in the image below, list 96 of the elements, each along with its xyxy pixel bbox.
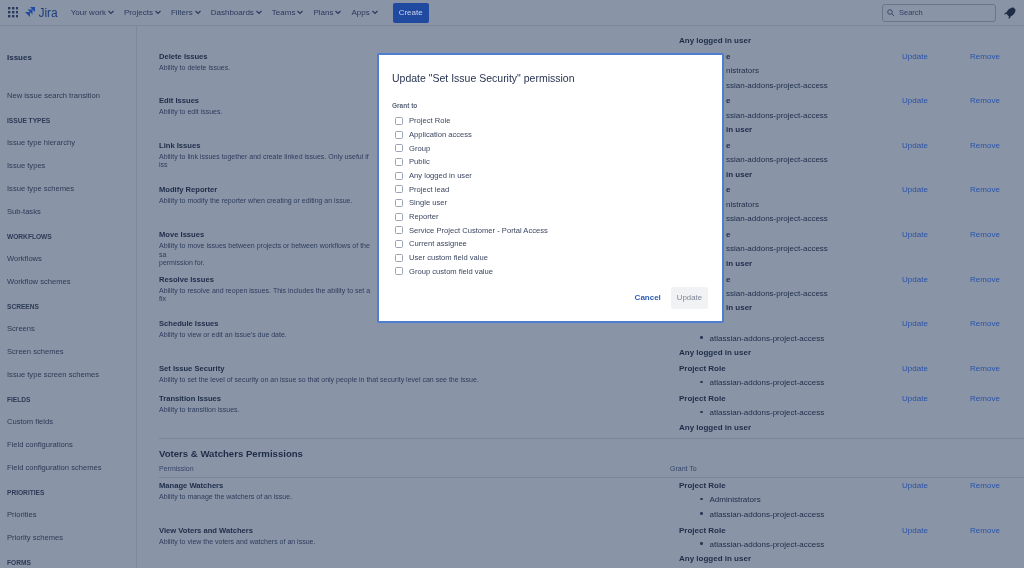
rocket-icon[interactable] — [1004, 6, 1016, 19]
grant-type: in user — [726, 124, 753, 137]
bullet-icon — [700, 336, 703, 339]
nav-menu-button[interactable]: Projects — [119, 6, 166, 19]
grant-type: Any logged in user — [679, 421, 751, 434]
caret-icon — [194, 10, 201, 15]
checkbox[interactable] — [395, 267, 403, 276]
update-link[interactable]: Update — [902, 183, 928, 198]
remove-link[interactable]: Remove — [970, 183, 1000, 198]
grant-member: ssian-addons-project-access — [726, 109, 828, 122]
grant-type: in user — [726, 168, 753, 181]
remove-link[interactable]: Remove — [970, 94, 1000, 109]
cancel-button[interactable]: Cancel — [630, 289, 665, 308]
caret-icon — [154, 10, 161, 15]
grant-type: e — [726, 184, 731, 197]
checkbox[interactable] — [395, 253, 403, 262]
checkbox[interactable] — [395, 212, 403, 221]
grant-type: e — [726, 50, 731, 63]
grant-type: Any logged in user — [679, 35, 751, 47]
update-link[interactable]: Update — [902, 94, 928, 109]
update-link[interactable]: Update — [902, 49, 928, 64]
grant-type: e — [726, 229, 731, 242]
logo-text[interactable]: Jira — [38, 3, 58, 22]
checkbox[interactable] — [395, 185, 403, 194]
grant-member: ssian-addons-project-access — [726, 213, 828, 226]
remove-link[interactable]: Remove — [970, 138, 1000, 153]
checkbox[interactable] — [395, 240, 403, 249]
caret-icon — [255, 10, 262, 15]
bullet-icon — [700, 380, 703, 384]
grant-member: ssian-addons-project-access — [726, 243, 828, 256]
grant-type: Project Role — [679, 362, 726, 375]
update-link[interactable]: Update — [902, 272, 928, 287]
checkbox[interactable] — [395, 226, 403, 235]
nav-menu-button[interactable]: Plans — [308, 6, 347, 19]
grant-type: e — [726, 273, 731, 286]
nav-menu-button[interactable]: Dashboards — [205, 6, 267, 19]
checkbox[interactable] — [395, 171, 403, 180]
remove-link[interactable]: Remove — [970, 523, 1000, 538]
remove-link[interactable]: Remove — [970, 228, 1000, 243]
logo-icon — [24, 7, 36, 18]
remove-link[interactable]: Remove — [970, 49, 1000, 64]
grant-member: atlassian-addons-project-access — [709, 508, 825, 521]
grant-member: Administrators — [709, 494, 761, 507]
nav-menu-button[interactable]: Your work — [65, 6, 119, 19]
grant-member: nistrators — [726, 65, 759, 78]
checkbox[interactable] — [395, 144, 403, 153]
update-link[interactable]: Update — [902, 228, 928, 243]
update-link[interactable]: Update — [902, 478, 928, 493]
checkbox[interactable] — [395, 157, 403, 166]
bullet-icon — [700, 542, 703, 545]
grant-type: e — [726, 139, 731, 152]
grant-member: atlassian-addons-project-access — [709, 377, 825, 390]
nav-menu-button[interactable]: Teams — [266, 6, 309, 19]
update-link[interactable]: Update — [902, 523, 928, 538]
grant-member: ssian-addons-project-access — [726, 79, 828, 92]
checkbox[interactable] — [395, 198, 403, 207]
bullet-icon — [700, 497, 703, 501]
grant-type: e — [726, 95, 731, 108]
grant-member: atlassian-addons-project-access — [709, 332, 825, 345]
grant-member: nistrators — [726, 198, 759, 211]
grant-type: Project Role — [679, 524, 726, 537]
section-title: Voters & Watchers Permissions — [159, 447, 304, 462]
remove-link[interactable]: Remove — [970, 317, 1000, 332]
remove-link[interactable]: Remove — [970, 361, 1000, 376]
caret-icon — [108, 10, 114, 15]
create-button[interactable]: Create — [392, 2, 429, 23]
caret-icon — [335, 10, 342, 15]
app-grid-icon[interactable] — [8, 7, 19, 18]
remove-link[interactable]: Remove — [970, 391, 1000, 406]
update-link[interactable]: Update — [902, 138, 928, 153]
search-icon — [887, 9, 894, 16]
dialog-title: Update "Set Issue Security" permission — [392, 71, 576, 86]
grant-member: atlassian-addons-project-access — [709, 407, 825, 420]
update-link[interactable]: Update — [902, 361, 928, 376]
grant-type: Project Role — [679, 392, 726, 405]
grant-member: ssian-addons-project-access — [726, 288, 828, 300]
grant-type: Project Role — [679, 479, 726, 492]
bullet-icon — [700, 410, 703, 414]
caret-icon — [371, 10, 378, 15]
remove-link[interactable]: Remove — [970, 272, 1000, 287]
grant-type: in user — [726, 257, 753, 270]
nav-menu-button[interactable]: Filters — [165, 6, 206, 19]
grant-type: Any logged in user — [679, 346, 751, 359]
remove-link[interactable]: Remove — [970, 478, 1000, 493]
bullet-icon — [700, 512, 703, 515]
grant-type: Any logged in user — [679, 553, 751, 566]
update-link[interactable]: Update — [902, 317, 928, 332]
grant-member: atlassian-addons-project-access — [709, 538, 825, 551]
update-link[interactable]: Update — [902, 391, 928, 406]
checkbox[interactable] — [395, 130, 403, 139]
checkbox[interactable] — [395, 116, 403, 125]
grant-type: in user — [726, 302, 753, 315]
sidebar-title: Issues — [7, 52, 33, 64]
nav-menu-button[interactable]: Apps — [346, 6, 383, 19]
grant-member: ssian-addons-project-access — [726, 154, 828, 167]
caret-icon — [297, 10, 304, 15]
